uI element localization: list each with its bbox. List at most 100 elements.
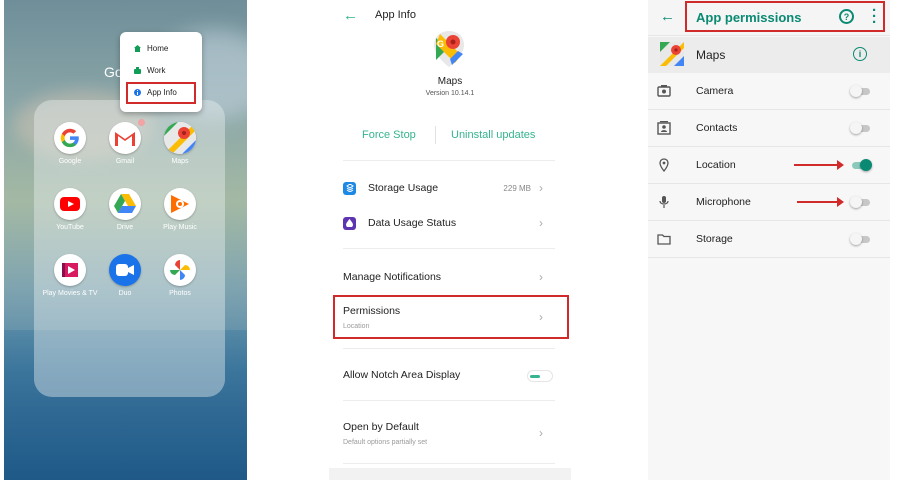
bottom-shade: [329, 468, 571, 480]
permission-row-camera[interactable]: Camera: [648, 73, 890, 110]
location-icon: [659, 158, 669, 172]
chevron-right-icon: ›: [539, 270, 543, 284]
contacts-icon: [657, 121, 671, 135]
row-label: Allow Notch Area Display: [343, 369, 461, 381]
play-movies-icon: [54, 254, 86, 286]
annotation-arrow-microphone: [797, 197, 844, 207]
app-label: Drive: [116, 224, 134, 231]
divider: [343, 348, 555, 349]
microphone-icon: [659, 196, 669, 208]
contacts-toggle[interactable]: [850, 122, 872, 134]
app-version: Version 10.14.1: [425, 90, 475, 97]
app-label: Duo: [118, 290, 132, 297]
home-icon: [134, 45, 141, 52]
page-title: App Info: [375, 9, 416, 21]
popup-item-home[interactable]: Home: [134, 44, 168, 53]
app-label: Google: [58, 158, 82, 165]
permission-row-storage[interactable]: Storage: [648, 221, 890, 258]
notch-display-toggle[interactable]: [527, 370, 553, 382]
app-duo[interactable]: Duo: [95, 254, 155, 298]
highlight-box: [333, 295, 569, 339]
storage-icon: [343, 181, 356, 195]
photos-icon: [164, 254, 196, 286]
camera-icon: [657, 85, 671, 97]
youtube-icon: [54, 188, 86, 220]
permission-label: Camera: [696, 85, 734, 97]
folder-icon: [657, 234, 671, 245]
divider: [343, 400, 555, 401]
duo-icon: [109, 254, 141, 286]
maps-icon: [164, 122, 196, 154]
popup-item-work[interactable]: Work: [134, 66, 166, 75]
storage-toggle[interactable]: [850, 233, 872, 245]
app-name: Maps: [696, 48, 726, 62]
storage-usage-row[interactable]: Storage Usage 229 MB ›: [343, 180, 557, 196]
work-icon: [134, 67, 141, 74]
popup-item-label: Work: [147, 66, 166, 75]
open-by-default-row[interactable]: Open by Default Default options partiall…: [343, 418, 557, 448]
chevron-right-icon: ›: [539, 426, 543, 440]
app-permissions-screen: ← App permissions ? · · · Maps i Camera Co…: [648, 0, 890, 480]
app-label: Play Music: [163, 224, 197, 231]
app-label: YouTube: [56, 224, 84, 231]
notification-dot: [138, 119, 145, 126]
divider: [343, 463, 555, 464]
data-usage-row[interactable]: Data Usage Status ›: [343, 215, 557, 231]
row-sublabel: Default options partially set: [343, 438, 428, 446]
permission-label: Microphone: [696, 196, 751, 208]
app-drive[interactable]: Drive: [95, 188, 155, 232]
permission-label: Storage: [696, 233, 733, 245]
permission-row-microphone[interactable]: Microphone: [648, 184, 890, 221]
app-info-screen: ← App Info G Maps Version 10.14.1 Force …: [329, 0, 571, 480]
popup-item-label: Home: [147, 44, 169, 53]
annotation-arrow-location: [794, 160, 844, 170]
gmail-icon: [109, 122, 141, 154]
app-photos[interactable]: Photos: [150, 254, 210, 298]
row-label: Manage Notifications: [343, 271, 442, 283]
storage-size: 229 MB: [503, 183, 531, 193]
open-default-text: Open by Default Default options partiall…: [343, 421, 427, 446]
manage-notifications-row[interactable]: Manage Notifications ›: [343, 269, 557, 285]
highlight-box: [126, 82, 196, 104]
highlight-box: [685, 1, 885, 32]
location-toggle[interactable]: [850, 159, 872, 171]
row-label: Open by Default: [343, 420, 419, 433]
permission-row-location[interactable]: Location: [648, 147, 890, 184]
google-icon: [54, 122, 86, 154]
app-play-music[interactable]: Play Music: [150, 188, 210, 232]
permission-row-contacts[interactable]: Contacts: [648, 110, 890, 147]
row-label: Storage Usage: [368, 182, 439, 194]
info-icon[interactable]: i: [853, 47, 867, 61]
notch-display-row: Allow Notch Area Display: [343, 367, 557, 383]
app-youtube[interactable]: YouTube: [40, 188, 100, 232]
maps-icon: [660, 42, 684, 66]
chevron-right-icon: ›: [539, 216, 543, 230]
app-header: Maps i: [648, 37, 890, 73]
force-stop-button[interactable]: Force Stop: [362, 129, 416, 141]
back-arrow-icon[interactable]: ←: [660, 8, 675, 25]
app-info-toolbar: ← App Info: [329, 0, 571, 30]
app-maps[interactable]: Maps: [150, 122, 210, 166]
app-google[interactable]: Google: [40, 122, 100, 166]
app-label: Maps: [171, 158, 189, 165]
divider: [435, 126, 436, 144]
camera-toggle[interactable]: [850, 85, 872, 97]
app-play-movies[interactable]: Play Movies & TV: [40, 254, 100, 298]
app-gmail[interactable]: Gmail: [95, 122, 155, 166]
divider: [343, 160, 555, 161]
permission-label: Contacts: [696, 122, 738, 134]
app-label: Photos: [169, 290, 191, 297]
app-name: Maps: [437, 76, 463, 87]
app-shortcut-popup: Home Work App Info: [120, 32, 202, 112]
microphone-toggle[interactable]: [850, 196, 872, 208]
back-arrow-icon[interactable]: ←: [343, 7, 358, 24]
uninstall-updates-button[interactable]: Uninstall updates: [451, 129, 535, 141]
permissions-toolbar: ← App permissions ? · · ·: [648, 0, 890, 36]
data-usage-icon: [343, 216, 356, 230]
maps-icon: G: [430, 30, 468, 68]
drive-icon: [109, 188, 141, 220]
chevron-right-icon: ›: [539, 181, 543, 195]
home-screen: Go Google Gmail Maps YouTube Drive Play …: [4, 0, 247, 480]
app-label: Gmail: [115, 158, 135, 165]
play-music-icon: [164, 188, 196, 220]
